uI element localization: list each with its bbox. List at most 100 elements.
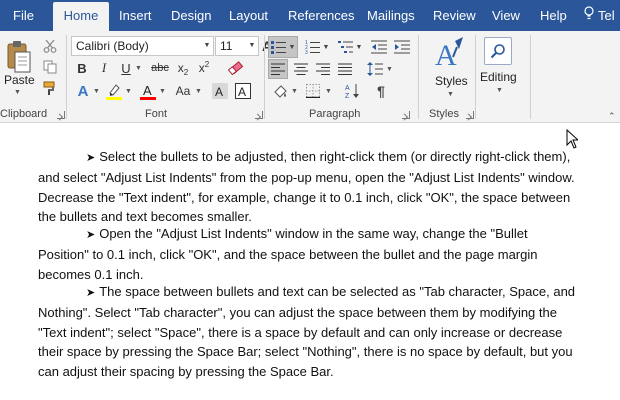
font-size-chevron-down-icon[interactable]: ▼ bbox=[246, 37, 258, 55]
clipboard-group-label: Clipboard bbox=[0, 108, 48, 120]
underline-chevron-down-icon[interactable]: ▼ bbox=[135, 65, 142, 72]
svg-text:3: 3 bbox=[305, 50, 308, 54]
bold-button[interactable]: B bbox=[73, 59, 91, 77]
borders-icon[interactable] bbox=[303, 81, 323, 101]
editing-button-label[interactable]: Editing bbox=[480, 70, 517, 84]
tab-tell-me[interactable]: Tel bbox=[584, 0, 615, 31]
tab-file[interactable]: File bbox=[13, 0, 34, 31]
tab-design[interactable]: Design bbox=[171, 0, 211, 31]
separator bbox=[264, 35, 265, 119]
clipboard-launcher-icon[interactable] bbox=[57, 111, 65, 119]
tab-layout[interactable]: Layout bbox=[229, 0, 268, 31]
tab-help[interactable]: Help bbox=[540, 0, 567, 31]
lightbulb-icon bbox=[584, 0, 594, 31]
subscript-number: 2 bbox=[183, 67, 189, 77]
mouse-cursor-icon bbox=[566, 128, 580, 154]
superscript-number: 2 bbox=[204, 59, 210, 69]
shading-icon[interactable] bbox=[270, 81, 290, 101]
shading-chevron-down-icon[interactable]: ▼ bbox=[291, 88, 298, 95]
font-launcher-icon[interactable] bbox=[255, 111, 263, 119]
font-size-combo[interactable]: 11 ▼ bbox=[215, 36, 259, 56]
subscript-button[interactable]: x2 bbox=[174, 59, 192, 77]
separator bbox=[475, 35, 476, 119]
paragraph-launcher-icon[interactable] bbox=[402, 111, 410, 119]
borders-chevron-down-icon[interactable]: ▼ bbox=[325, 88, 332, 95]
italic-button[interactable]: I bbox=[95, 59, 113, 77]
separator bbox=[66, 35, 67, 119]
strikethrough-button[interactable]: abc bbox=[147, 59, 173, 77]
tab-view[interactable]: View bbox=[492, 0, 520, 31]
tell-me-label: Tel bbox=[598, 8, 615, 23]
bullet-arrow-icon: ➤ bbox=[86, 287, 96, 299]
font-name-chevron-down-icon[interactable]: ▼ bbox=[201, 37, 213, 55]
document-paragraph-2: ➤ Open the "Adjust List Indents" window i… bbox=[38, 224, 580, 284]
styles-icon[interactable]: A bbox=[430, 36, 470, 72]
document-paragraph-3: ➤ The space between bullets and text can … bbox=[38, 282, 580, 381]
align-right-button[interactable] bbox=[313, 59, 333, 79]
ribbon: Paste ▼ Clipboard Calibri (Body) ▼ 11 ▼ … bbox=[0, 31, 620, 123]
highlight-chevron-down-icon[interactable]: ▼ bbox=[125, 88, 132, 95]
change-case-icon[interactable]: Aa bbox=[172, 81, 194, 101]
tab-insert[interactable]: Insert bbox=[119, 0, 152, 31]
tab-review[interactable]: Review bbox=[433, 0, 476, 31]
line-spacing-icon[interactable] bbox=[364, 59, 386, 79]
underline-button[interactable]: U bbox=[117, 59, 135, 77]
svg-text:A: A bbox=[345, 85, 350, 92]
bullets-button[interactable]: ▼ bbox=[268, 36, 298, 58]
separator bbox=[530, 35, 531, 119]
superscript-button[interactable]: x2 bbox=[195, 59, 213, 77]
font-size-value: 11 bbox=[220, 39, 233, 53]
justify-button[interactable] bbox=[335, 59, 355, 79]
editing-search-icon[interactable] bbox=[484, 37, 512, 65]
paste-icon[interactable] bbox=[2, 37, 36, 77]
cut-icon[interactable] bbox=[41, 37, 59, 55]
sort-icon[interactable]: AZ bbox=[343, 81, 363, 101]
styles-launcher-icon[interactable] bbox=[466, 111, 474, 119]
separator bbox=[418, 35, 419, 119]
paragraph-2-text: Open the "Adjust List Indents" window in… bbox=[38, 226, 538, 282]
align-center-button[interactable] bbox=[291, 59, 311, 79]
styles-button-label[interactable]: Styles bbox=[435, 74, 468, 88]
paste-button-label[interactable]: Paste bbox=[4, 73, 35, 87]
styles-group-label: Styles bbox=[429, 108, 459, 120]
show-formatting-marks-icon[interactable]: ¶ bbox=[371, 81, 391, 101]
text-effects-chevron-down-icon[interactable]: ▼ bbox=[93, 88, 100, 95]
svg-text:A: A bbox=[143, 83, 152, 98]
paragraph-1-text: Select the bullets to be adjusted, then … bbox=[38, 149, 575, 225]
bullet-arrow-icon: ➤ bbox=[86, 152, 96, 164]
paragraph-3-text: The space between bullets and text can b… bbox=[38, 284, 576, 379]
change-case-chevron-down-icon[interactable]: ▼ bbox=[195, 88, 202, 95]
format-painter-icon[interactable] bbox=[41, 79, 59, 97]
svg-text:A: A bbox=[238, 85, 246, 99]
line-spacing-chevron-down-icon[interactable]: ▼ bbox=[386, 66, 393, 73]
collapse-ribbon-chevron-up-icon[interactable]: ⌃ bbox=[608, 111, 616, 122]
svg-text:Z: Z bbox=[345, 93, 350, 99]
numbering-button[interactable]: 123 ▼ bbox=[302, 36, 332, 58]
text-effects-icon[interactable]: A bbox=[73, 81, 93, 101]
styles-chevron-down-icon[interactable]: ▼ bbox=[447, 91, 454, 98]
decrease-indent-icon[interactable] bbox=[369, 37, 389, 57]
multilevel-list-button[interactable]: ▼ bbox=[335, 36, 365, 58]
tab-home[interactable]: Home bbox=[53, 2, 109, 31]
align-left-button[interactable] bbox=[268, 59, 288, 79]
svg-text:A: A bbox=[215, 85, 223, 99]
character-shading-icon[interactable]: A bbox=[210, 81, 230, 101]
bullet-arrow-icon: ➤ bbox=[86, 229, 96, 241]
clear-formatting-icon[interactable] bbox=[227, 59, 245, 77]
font-name-value: Calibri (Body) bbox=[76, 39, 149, 53]
increase-indent-icon[interactable] bbox=[392, 37, 412, 57]
menu-bar: File Home Insert Design Layout Reference… bbox=[0, 0, 620, 31]
document-page[interactable]: ➤ Select the bullets to be adjusted, then… bbox=[0, 124, 620, 400]
font-name-combo[interactable]: Calibri (Body) ▼ bbox=[71, 36, 214, 56]
editing-chevron-down-icon[interactable]: ▼ bbox=[496, 87, 503, 94]
character-border-icon[interactable]: A bbox=[233, 81, 253, 101]
font-group-label: Font bbox=[145, 108, 168, 120]
font-color-icon[interactable]: A bbox=[138, 81, 158, 101]
paste-chevron-down-icon[interactable]: ▼ bbox=[14, 89, 21, 96]
font-color-chevron-down-icon[interactable]: ▼ bbox=[159, 88, 166, 95]
tab-mailings[interactable]: Mailings bbox=[367, 0, 415, 31]
highlight-color-icon[interactable] bbox=[104, 81, 124, 101]
tab-references[interactable]: References bbox=[288, 0, 354, 31]
document-paragraph-1: ➤ Select the bullets to be adjusted, then… bbox=[38, 147, 580, 227]
copy-icon[interactable] bbox=[41, 58, 59, 76]
